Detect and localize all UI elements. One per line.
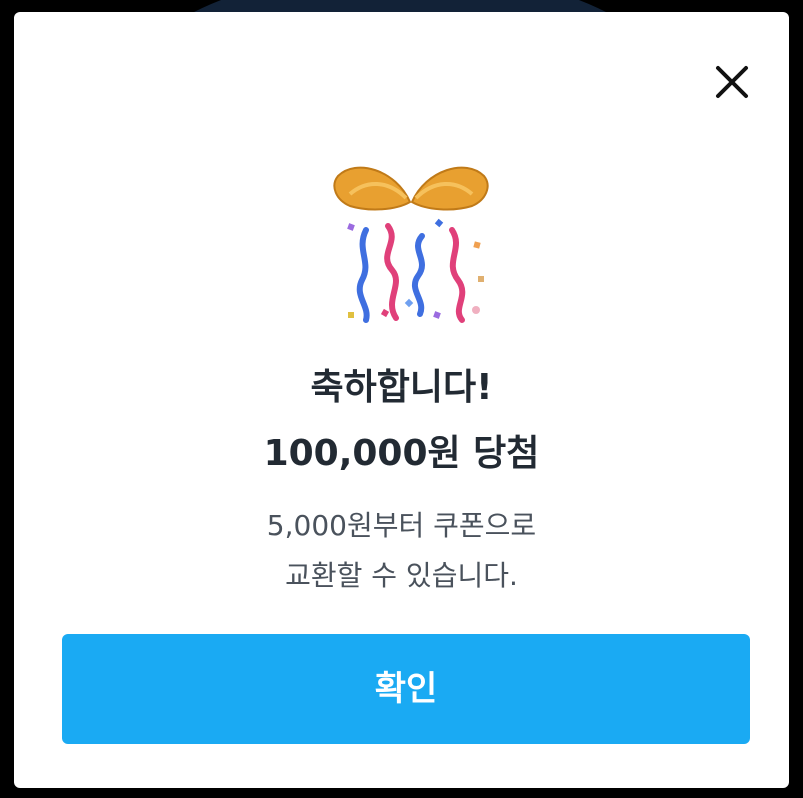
dialog-title: 축하합니다! [310,367,493,408]
close-button[interactable] [708,58,756,106]
confirm-button[interactable]: 확인 [62,634,750,744]
close-icon [716,66,748,98]
prize-amount: 100,000원 당첨 [263,433,540,474]
description-line-1: 5,000원부터 쿠폰으로 [266,509,537,542]
gift-box-icon [326,150,496,330]
reward-dialog: 축하합니다! 100,000원 당첨 5,000원부터 쿠폰으로 교환할 수 있… [14,12,789,788]
description-line-2: 교환할 수 있습니다. [285,559,518,592]
